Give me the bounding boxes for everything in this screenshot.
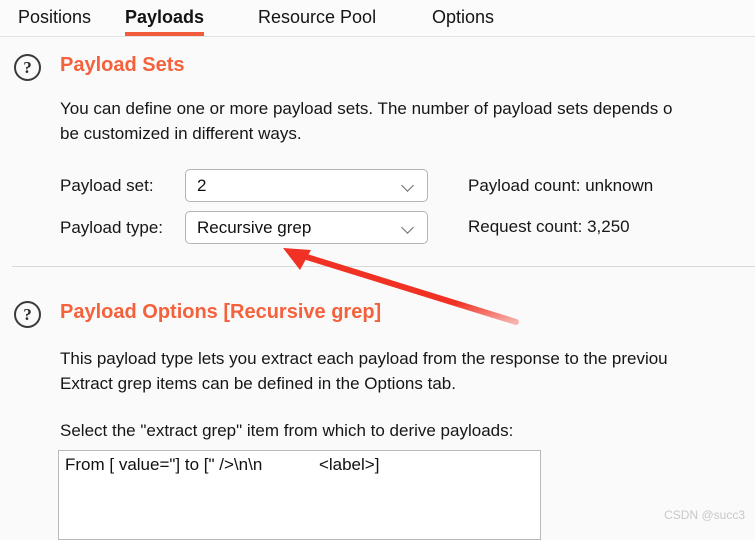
payload-type-value: Recursive grep xyxy=(197,217,312,237)
extract-grep-select-prompt: Select the "extract grep" item from whic… xyxy=(60,421,514,440)
payload-type-dropdown[interactable]: Recursive grep xyxy=(185,211,428,244)
watermark: CSDN @succ3 xyxy=(664,508,745,522)
request-count-text: Request count: 3,250 xyxy=(468,217,630,236)
tab-options-label: Options xyxy=(432,7,495,27)
section-divider xyxy=(12,266,755,267)
payload-sets-heading: Payload Sets xyxy=(60,54,185,76)
chevron-down-icon xyxy=(402,181,415,189)
payload-options-description-line-1: This payload type lets you extract each … xyxy=(60,349,668,368)
active-tab-underline xyxy=(125,32,205,36)
question-mark-glyph: ? xyxy=(23,305,32,324)
payload-set-dropdown[interactable]: 2 xyxy=(185,169,428,202)
payload-set-value: 2 xyxy=(197,175,207,195)
payload-count-text: Payload count: unknown xyxy=(468,176,654,195)
tab-resource-pool-label: Resource Pool xyxy=(258,7,377,27)
list-item[interactable]: From [ value="] to [" />\n\n <label>] xyxy=(65,455,379,475)
payload-options-heading: Payload Options [Recursive grep] xyxy=(60,301,382,323)
tab-options[interactable]: Options xyxy=(432,0,494,36)
payload-sets-description-line-2: be customized in different ways. xyxy=(60,124,302,143)
tab-positions-label: Positions xyxy=(18,7,92,27)
annotation-arrow xyxy=(283,248,519,325)
tab-payloads-label: Payloads xyxy=(125,7,205,27)
help-icon-payload-options[interactable]: ? xyxy=(14,301,41,328)
help-icon-payload-sets[interactable]: ? xyxy=(14,54,41,81)
tab-bar: Positions Payloads Resource Pool Options xyxy=(0,0,755,37)
payload-set-label: Payload set: xyxy=(60,176,154,195)
tab-payloads[interactable]: Payloads xyxy=(125,0,205,36)
tab-resource-pool[interactable]: Resource Pool xyxy=(258,0,376,36)
payload-sets-description-line-1: You can define one or more payload sets.… xyxy=(60,99,673,118)
extract-grep-listbox[interactable]: From [ value="] to [" />\n\n <label>] xyxy=(58,450,541,540)
payload-options-description-line-2: Extract grep items can be defined in the… xyxy=(60,374,456,393)
payload-type-label: Payload type: xyxy=(60,218,164,237)
question-mark-glyph: ? xyxy=(23,58,32,77)
chevron-down-icon xyxy=(402,223,415,231)
tab-positions[interactable]: Positions xyxy=(18,0,91,36)
